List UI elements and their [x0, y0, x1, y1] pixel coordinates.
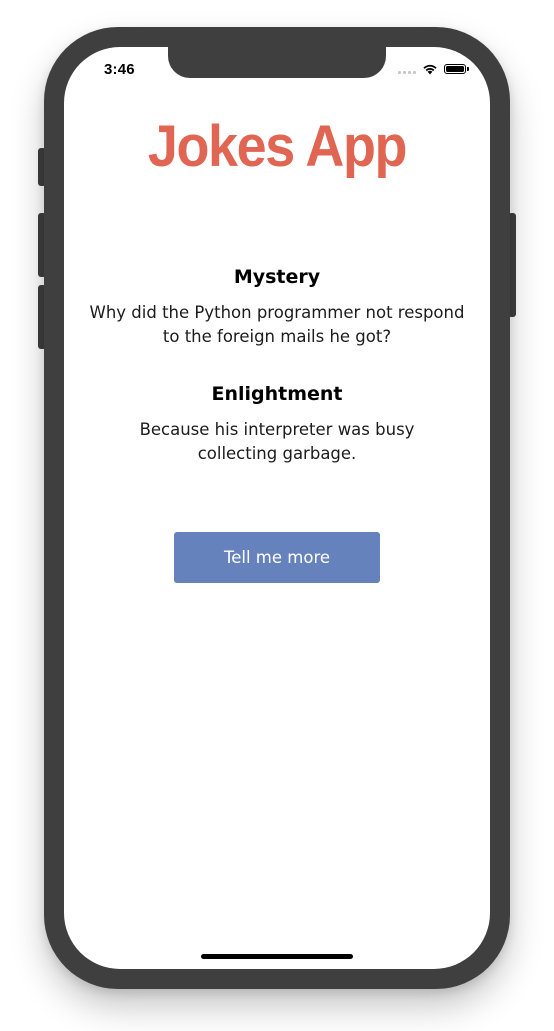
notch — [168, 47, 386, 78]
enlightment-heading: Enlightment — [211, 383, 343, 405]
tell-me-more-button[interactable]: Tell me more — [174, 532, 380, 583]
status-icons — [398, 63, 469, 75]
mystery-text: Why did the Python programmer not respon… — [89, 303, 465, 346]
cellular-signal-icon — [398, 64, 416, 74]
battery-icon — [444, 64, 469, 74]
home-indicator[interactable] — [201, 954, 353, 959]
phone-screen: 3:46 Jokes App Mystery Why did the Pytho… — [64, 47, 490, 969]
app-title: Jokes App — [147, 114, 408, 179]
device-frame-stage: 3:46 Jokes App Mystery Why did the Pytho… — [0, 0, 554, 1031]
wifi-icon — [423, 64, 437, 75]
status-time: 3:46 — [104, 61, 135, 78]
mystery-heading: Mystery — [233, 266, 321, 288]
enlightment-text: Because his interpreter was busy collect… — [139, 420, 415, 463]
